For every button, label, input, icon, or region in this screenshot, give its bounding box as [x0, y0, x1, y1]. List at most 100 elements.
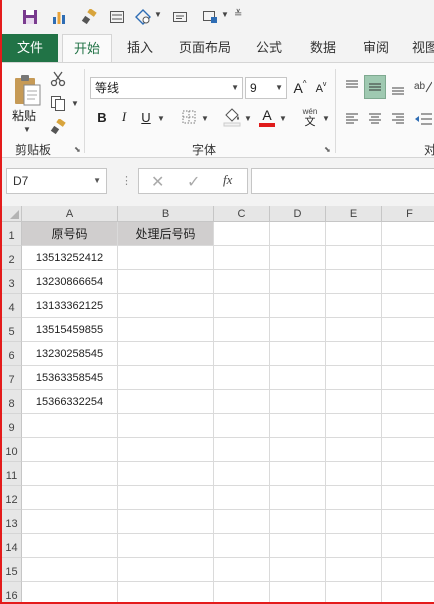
cell-e8[interactable]: [326, 390, 382, 414]
tab-formulas[interactable]: 公式: [249, 34, 289, 62]
cell-f11[interactable]: [382, 462, 434, 486]
cell-c13[interactable]: [214, 510, 270, 534]
fill-color-dropdown-icon[interactable]: ▼: [244, 114, 252, 123]
cell-f6[interactable]: [382, 342, 434, 366]
chart-icon[interactable]: [49, 7, 69, 27]
cell-d12[interactable]: [270, 486, 326, 510]
cell-a13[interactable]: [22, 510, 118, 534]
cell-d9[interactable]: [270, 414, 326, 438]
cell-d2[interactable]: [270, 246, 326, 270]
column-header-d[interactable]: D: [270, 206, 326, 222]
cell-e5[interactable]: [326, 318, 382, 342]
row-header-6[interactable]: 6: [2, 342, 22, 366]
cell-f8[interactable]: [382, 390, 434, 414]
formula-input[interactable]: [251, 168, 434, 194]
enter-icon[interactable]: ✓: [187, 172, 200, 192]
save-icon[interactable]: [20, 7, 40, 27]
borders-dropdown-icon[interactable]: ▼: [201, 114, 209, 123]
cell-e16[interactable]: [326, 582, 382, 602]
cell-a6[interactable]: 13230258545: [22, 342, 118, 366]
paste-label[interactable]: 粘贴: [12, 107, 36, 124]
cell-e3[interactable]: [326, 270, 382, 294]
cell-c4[interactable]: [214, 294, 270, 318]
cell-a9[interactable]: [22, 414, 118, 438]
cell-e2[interactable]: [326, 246, 382, 270]
cell-f13[interactable]: [382, 510, 434, 534]
shapes-icon[interactable]: [133, 7, 153, 27]
cell-c12[interactable]: [214, 486, 270, 510]
phonetic-guide-button[interactable]: wén 文: [299, 104, 321, 130]
row-header-11[interactable]: 11: [2, 462, 22, 486]
cell-c7[interactable]: [214, 366, 270, 390]
cell-a12[interactable]: [22, 486, 118, 510]
cell-b15[interactable]: [118, 558, 214, 582]
cell-f2[interactable]: [382, 246, 434, 270]
cell-b3[interactable]: [118, 270, 214, 294]
cell-b16[interactable]: [118, 582, 214, 602]
underline-dropdown-icon[interactable]: ▼: [157, 114, 165, 123]
cell-b8[interactable]: [118, 390, 214, 414]
insert-function-icon[interactable]: fx: [223, 172, 232, 188]
cell-b7[interactable]: [118, 366, 214, 390]
align-bottom-icon[interactable]: [388, 77, 408, 99]
paste-dropdown-icon[interactable]: ▼: [23, 125, 31, 134]
shapes-dropdown-icon[interactable]: ▼: [154, 10, 162, 19]
cell-e13[interactable]: [326, 510, 382, 534]
cell-a8[interactable]: 15366332254: [22, 390, 118, 414]
tab-home[interactable]: 开始: [62, 34, 112, 63]
row-header-14[interactable]: 14: [2, 534, 22, 558]
row-header-12[interactable]: 12: [2, 486, 22, 510]
cell-e11[interactable]: [326, 462, 382, 486]
name-box[interactable]: D7 ▼: [6, 168, 107, 194]
tab-insert[interactable]: 插入: [118, 34, 162, 62]
cell-d6[interactable]: [270, 342, 326, 366]
cell-c9[interactable]: [214, 414, 270, 438]
bold-button[interactable]: B: [93, 107, 111, 127]
cell-d3[interactable]: [270, 270, 326, 294]
cell-b12[interactable]: [118, 486, 214, 510]
cell-f16[interactable]: [382, 582, 434, 602]
cell-f12[interactable]: [382, 486, 434, 510]
tab-page-layout[interactable]: 页面布局: [172, 34, 238, 62]
cell-d7[interactable]: [270, 366, 326, 390]
form-icon[interactable]: [107, 7, 127, 27]
copy-icon[interactable]: [48, 93, 68, 113]
copy-dropdown-icon[interactable]: ▼: [71, 99, 79, 108]
cell-f15[interactable]: [382, 558, 434, 582]
cell-c16[interactable]: [214, 582, 270, 602]
cell-d11[interactable]: [270, 462, 326, 486]
textbox-icon[interactable]: [170, 7, 190, 27]
cell-e12[interactable]: [326, 486, 382, 510]
align-top-icon[interactable]: [342, 75, 362, 97]
format-painter-icon[interactable]: [48, 117, 68, 137]
cut-icon[interactable]: [48, 69, 68, 89]
column-header-a[interactable]: A: [22, 206, 118, 222]
cell-e1[interactable]: [326, 222, 382, 246]
cell-b2[interactable]: [118, 246, 214, 270]
screen-icon[interactable]: [200, 7, 220, 27]
cell-e6[interactable]: [326, 342, 382, 366]
align-middle-icon[interactable]: [364, 75, 386, 99]
row-header-16[interactable]: 16: [2, 582, 22, 602]
font-launcher-icon[interactable]: ⬊: [324, 145, 331, 154]
column-header-e[interactable]: E: [326, 206, 382, 222]
cell-b6[interactable]: [118, 342, 214, 366]
clipboard-launcher-icon[interactable]: ⬊: [74, 145, 81, 154]
cell-e14[interactable]: [326, 534, 382, 558]
row-header-7[interactable]: 7: [2, 366, 22, 390]
cell-f14[interactable]: [382, 534, 434, 558]
cell-c8[interactable]: [214, 390, 270, 414]
font-size-select[interactable]: 9 ▼: [245, 77, 287, 99]
cell-a5[interactable]: 13515459855: [22, 318, 118, 342]
row-header-9[interactable]: 9: [2, 414, 22, 438]
cell-a4[interactable]: 13133362125: [22, 294, 118, 318]
cell-c14[interactable]: [214, 534, 270, 558]
customize-toolbar-icon[interactable]: ≚: [234, 9, 242, 20]
cell-a2[interactable]: 13513252412: [22, 246, 118, 270]
cell-f9[interactable]: [382, 414, 434, 438]
row-header-5[interactable]: 5: [2, 318, 22, 342]
cell-a15[interactable]: [22, 558, 118, 582]
cell-a1[interactable]: 原号码: [22, 222, 118, 246]
cell-d14[interactable]: [270, 534, 326, 558]
cell-f10[interactable]: [382, 438, 434, 462]
